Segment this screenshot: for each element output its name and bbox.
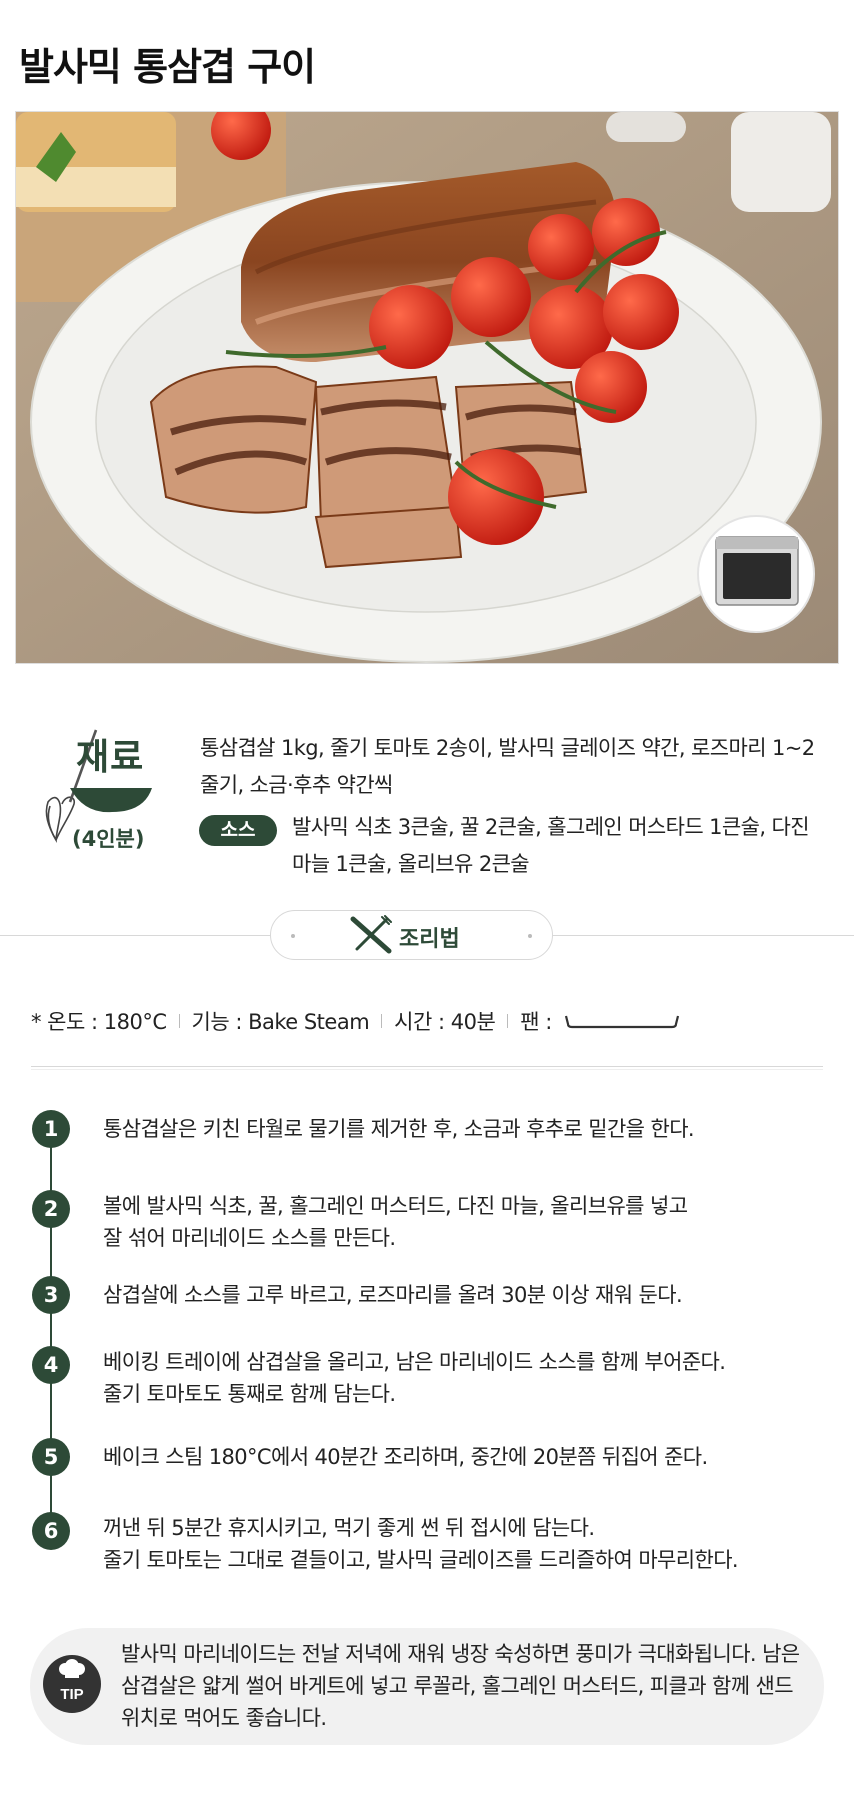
step-number: 4 [32,1346,70,1384]
pill-dot [291,934,295,938]
step-text: 볼에 발사믹 식초, 꿀, 홀그레인 머스터드, 다진 마늘, 올리브유를 넣고… [103,1194,688,1250]
settings-divider [31,1066,823,1067]
oven-badge [697,515,815,633]
method-header: 조리법 [270,910,553,960]
step-text: 꺼낸 뒤 5분간 휴지시키고, 먹기 좋게 썬 뒤 접시에 담는다. 줄기 토마… [103,1516,739,1572]
step-number: 2 [32,1190,70,1228]
ingredients-title: 재료 [76,737,145,778]
ingredients-main: 통삼겹살 1kg, 줄기 토마토 2송이, 발사믹 글레이즈 약간, 로즈마리 … [200,736,815,797]
sauce-ingredients: 발사믹 식초 3큰술, 꿀 2큰술, 홀그레인 머스타드 1큰술, 다진 마늘 … [292,815,810,876]
setting-pan: 팬 : [520,1010,552,1034]
hero-photo [15,111,839,664]
tip-icon-label: TIP [60,1686,83,1703]
sauce-badge: 소스 [199,815,277,846]
setting-separator [507,1014,509,1028]
step-text: 베이크 스팀 180°C에서 40분간 조리하며, 중간에 20분쯤 뒤집어 준… [103,1445,708,1469]
step-text: 베이킹 트레이에 삼겹살을 올리고, 남은 마리네이드 소스를 함께 부어준다.… [103,1350,726,1406]
setting-separator [178,1014,180,1028]
step-text: 통삼겹살은 키친 타월로 물기를 제거한 후, 소금과 후추로 밑간을 한다. [103,1117,695,1141]
step-number: 1 [32,1110,70,1148]
pill-dot [528,934,532,938]
page-title: 발사믹 통삼겹 구이 [19,45,316,89]
settings-divider [31,1069,823,1070]
baking-pan-icon [564,1015,679,1029]
chef-tip-icon: TIP [43,1655,101,1713]
setting-function: 기능 : Bake Steam [191,1010,370,1034]
setting-separator [381,1014,383,1028]
step-number: 5 [32,1438,70,1476]
tip-text: 발사믹 마리네이드는 전날 저녁에 재워 냉장 숙성하면 풍미가 극대화됩니다.… [121,1642,800,1730]
tip-box: TIP 발사믹 마리네이드는 전날 저녁에 재워 냉장 숙성하면 풍미가 극대화… [30,1628,824,1745]
method-label: 조리법 [399,927,460,952]
knife-fork-icon [350,915,392,954]
dish-illustration [16,112,838,663]
ingredients-servings: (4인분) [72,827,145,851]
step-number: 6 [32,1512,70,1550]
setting-time: 시간 : 40분 [394,1010,496,1034]
step-number: 3 [32,1276,70,1314]
setting-temperature: * 온도 : 180°C [31,1010,167,1034]
cooking-settings: * 온도 : 180°C 기능 : Bake Steam 시간 : 40분 팬 … [31,1006,682,1036]
step-text: 삼겹살에 소스를 고루 바르고, 로즈마리를 올려 30분 이상 재워 둔다. [103,1283,683,1307]
